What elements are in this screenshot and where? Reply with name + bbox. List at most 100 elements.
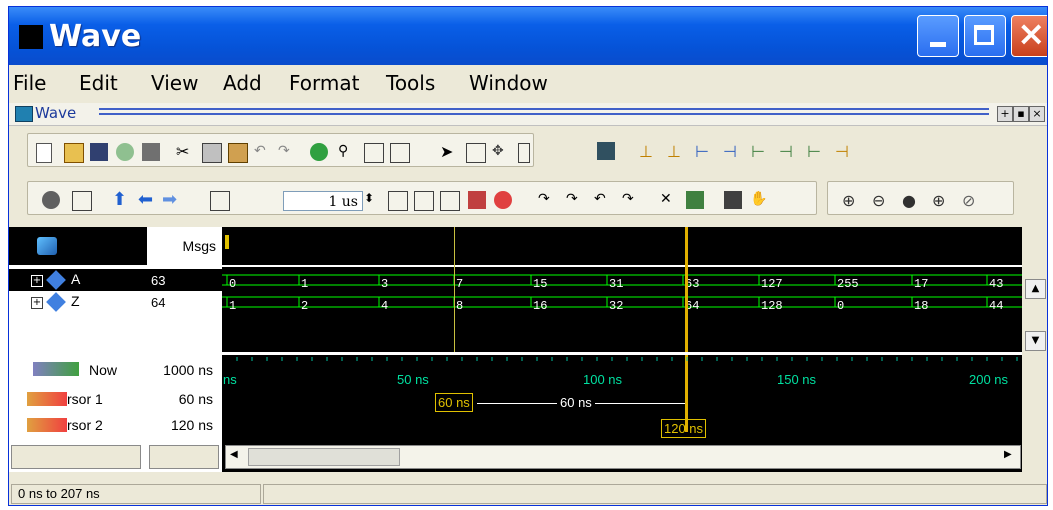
continue-icon[interactable] [414,191,434,211]
performance-icon[interactable] [686,191,704,209]
menu-format[interactable]: Format [289,71,359,95]
minimize-button[interactable] [917,15,959,57]
up-arrow-icon[interactable]: ⬆ [112,191,130,209]
edge-icon-1[interactable]: ⊥ [639,142,657,161]
group-icon[interactable] [390,143,410,163]
wave-marker-icon [225,235,229,249]
edge-icon-6[interactable]: ⊣ [779,142,797,161]
signal-a-value: 63 [151,273,166,288]
cursor-delta-label: 60 ns [557,395,595,410]
step-out-icon[interactable]: ↶ [594,191,612,209]
expand-z-icon[interactable]: + [31,297,43,309]
tick-50: 50 ns [397,372,429,387]
open-icon[interactable] [64,143,84,163]
paste-icon[interactable] [228,143,248,163]
redo-icon[interactable]: ↷ [278,143,296,161]
spin-icon[interactable]: ⬍ [364,191,382,209]
zoom-in-icon[interactable]: ⊕ [842,191,860,210]
edge-icon-2[interactable]: ⊥ [667,142,685,161]
run-length-input[interactable]: 1 us [283,191,363,211]
zoom-last-icon[interactable]: ⊘ [962,191,980,210]
close-button[interactable]: × [1011,14,1047,57]
run-all-icon[interactable] [440,191,460,211]
expand-a-icon[interactable]: + [31,275,43,287]
menu-add[interactable]: Add [223,71,262,95]
cursor-2-row[interactable]: rsor 2 120 ns [9,413,222,439]
menu-file[interactable]: File [13,71,46,95]
run-length-icon[interactable] [210,191,230,211]
scroll-right-icon[interactable]: ▶ [1004,449,1016,463]
cursor-1-tag[interactable]: 60 ns [435,393,473,412]
compile-icon[interactable] [116,143,134,161]
zoom-cursor-icon[interactable]: ⊕ [932,191,950,210]
close-pane-icon[interactable]: × [1029,106,1045,122]
value-hscroll[interactable] [149,445,219,469]
menu-edit[interactable]: Edit [79,71,118,95]
maximize-button[interactable] [964,15,1006,57]
wave-a-8: 255 [837,277,859,291]
edge-icon-3[interactable]: ⊢ [695,142,713,161]
scroll-thumb[interactable] [248,448,400,466]
zoom-toolgroup: ⊕ ⊖ ● ⊕ ⊘ [827,181,1014,215]
pan-icon[interactable]: ✥ [492,143,510,161]
menu-window[interactable]: Window [469,71,548,95]
edge-icon-4[interactable]: ⊣ [723,142,741,161]
undock-icon[interactable]: + [997,106,1013,122]
dock-icon[interactable]: ▪ [1013,106,1029,122]
zoom-box-icon[interactable] [466,143,486,163]
hierarchy-icon[interactable] [364,143,384,163]
new-icon[interactable] [36,143,52,163]
play-icon[interactable] [597,142,615,160]
hand-icon[interactable]: ✋ [750,191,768,209]
undo-icon[interactable]: ↶ [254,143,272,161]
window-icon [19,25,43,49]
left-arrow-icon[interactable]: ⬅ [138,191,156,209]
subwindow-grip[interactable] [99,108,989,110]
menu-view[interactable]: View [151,71,198,95]
memory-icon[interactable] [724,191,742,209]
vertical-scrollbar[interactable]: ▲ ▼ [1022,227,1047,472]
edge-icon-5[interactable]: ⊢ [751,142,769,161]
menu-tools[interactable]: Tools [386,71,435,95]
edge-icon-8[interactable]: ⊣ [835,142,853,161]
signal-z-value: 64 [151,295,166,310]
copy-icon[interactable] [202,143,222,163]
run-icon[interactable] [388,191,408,211]
zoom-out-icon[interactable]: ⊖ [872,191,890,210]
binoculars-icon[interactable]: ⚲ [338,143,356,161]
cursor-1-row[interactable]: rsor 1 60 ns [9,387,222,413]
step-over-icon[interactable]: ↷ [566,191,584,209]
name-hscroll[interactable] [11,445,141,469]
restart-icon[interactable] [42,191,60,209]
print-icon[interactable] [142,143,160,161]
select-icon[interactable]: ➤ [440,143,458,161]
title-bar[interactable]: Wave × [9,7,1047,65]
right-arrow-icon[interactable]: ➡ [162,191,180,209]
cursor-2-tag[interactable]: 120 ns [661,419,707,438]
step-back-icon[interactable]: ↷ [622,191,640,209]
save-icon[interactable] [90,143,108,161]
edge-icon-7[interactable]: ⊢ [807,142,825,161]
wave-a-10: 43 [989,277,1004,291]
find-icon[interactable] [310,143,328,161]
scroll-up-icon[interactable]: ▲ [1025,279,1046,299]
signal-a-name[interactable]: A [71,271,80,287]
wave-a-4: 15 [533,277,548,291]
cursor-1-line[interactable] [454,227,455,352]
edit-wave-icon[interactable] [518,143,530,163]
zoom-full-icon[interactable]: ● [902,191,920,210]
stop-icon[interactable] [494,191,512,209]
wave-hscroll[interactable]: ◀ ▶ [225,445,1021,469]
wave-z-4: 16 [533,299,548,313]
signal-z-name[interactable]: Z [71,293,80,309]
restart-sim-icon[interactable]: ✕ [660,191,678,209]
cut-icon[interactable]: ✂ [176,143,194,161]
scroll-left-icon[interactable]: ◀ [230,449,242,463]
break-icon[interactable] [468,191,486,209]
wave-z-9: 18 [914,299,929,313]
wave-z-7: 128 [761,299,783,313]
scroll-down-icon[interactable]: ▼ [1025,331,1046,351]
cursor-2-line[interactable] [685,227,688,432]
wave-format-icon[interactable] [72,191,92,211]
step-icon[interactable]: ↷ [538,191,556,209]
